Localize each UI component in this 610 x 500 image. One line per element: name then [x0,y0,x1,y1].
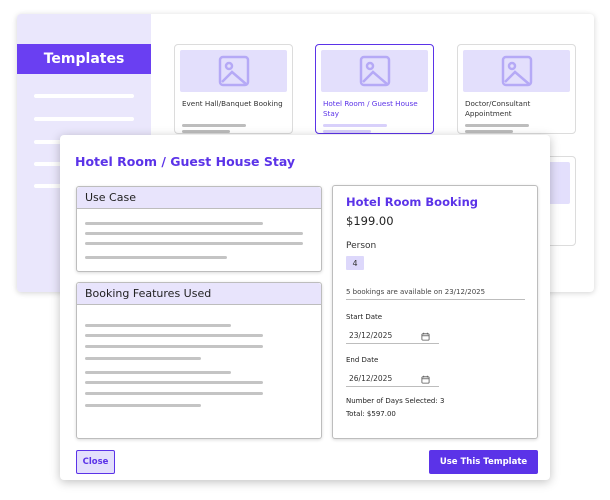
card-placeholder-line [323,124,387,127]
start-date-value: 23/12/2025 [349,331,393,340]
text-placeholder-line [85,324,231,327]
image-icon [180,50,287,92]
text-placeholder-line [85,345,263,348]
text-placeholder-line [85,232,303,235]
text-placeholder-line [85,381,263,384]
end-date-label: End Date [346,356,379,364]
days-selected: Number of Days Selected: 3 [346,397,445,405]
booking-features-header: Booking Features Used [77,283,321,305]
total-price: Total: $597.00 [346,410,396,418]
close-button[interactable]: Close [76,450,115,474]
text-placeholder-line [85,222,263,225]
text-placeholder-line [85,392,263,395]
use-case-panel: Use Case [76,186,322,272]
sidebar-placeholder-line [34,94,134,98]
template-card-doctor[interactable]: Doctor/Consultant Appointment [457,44,576,134]
template-preview-modal: Hotel Room / Guest House Stay Use Case B… [60,135,550,480]
calendar-icon[interactable] [421,374,430,390]
start-date-field[interactable]: 23/12/2025 [346,328,439,344]
template-card-title: Doctor/Consultant Appointment [465,99,531,118]
booking-title: Hotel Room Booking [346,195,478,209]
use-template-button[interactable]: Use This Template [429,450,538,474]
text-placeholder-line [85,404,201,407]
text-placeholder-line [85,371,231,374]
card-placeholder-line [182,130,230,133]
text-placeholder-line [85,357,201,360]
end-date-field[interactable]: 26/12/2025 [346,371,439,387]
text-placeholder-line [85,256,227,259]
template-card-title: Hotel Room / Guest House Stay [323,99,418,118]
image-icon [321,50,428,92]
card-placeholder-line [465,124,529,127]
person-count[interactable]: 4 [346,256,364,270]
sidebar-placeholder-line [34,117,134,121]
person-label: Person [346,241,377,251]
availability-text: 5 bookings are available on 23/12/2025 [346,288,525,300]
booking-preview-panel: Hotel Room Booking $199.00 Person 4 5 bo… [332,185,538,439]
modal-title: Hotel Room / Guest House Stay [75,154,296,169]
card-placeholder-line [323,130,371,133]
card-placeholder-line [465,130,513,133]
template-card-title: Event Hall/Banquet Booking [182,99,283,108]
booking-features-panel: Booking Features Used [76,282,322,439]
text-placeholder-line [85,242,303,245]
calendar-icon[interactable] [421,331,430,347]
start-date-label: Start Date [346,313,383,321]
template-card-event-hall[interactable]: Event Hall/Banquet Booking [174,44,293,134]
text-placeholder-line [85,334,263,337]
booking-price: $199.00 [346,214,394,228]
sidebar-item-templates[interactable]: Templates [17,44,151,74]
card-placeholder-line [182,124,246,127]
template-card-hotel-room[interactable]: Hotel Room / Guest House Stay [315,44,434,134]
use-case-header: Use Case [77,187,321,209]
image-icon [463,50,570,92]
end-date-value: 26/12/2025 [349,374,393,383]
